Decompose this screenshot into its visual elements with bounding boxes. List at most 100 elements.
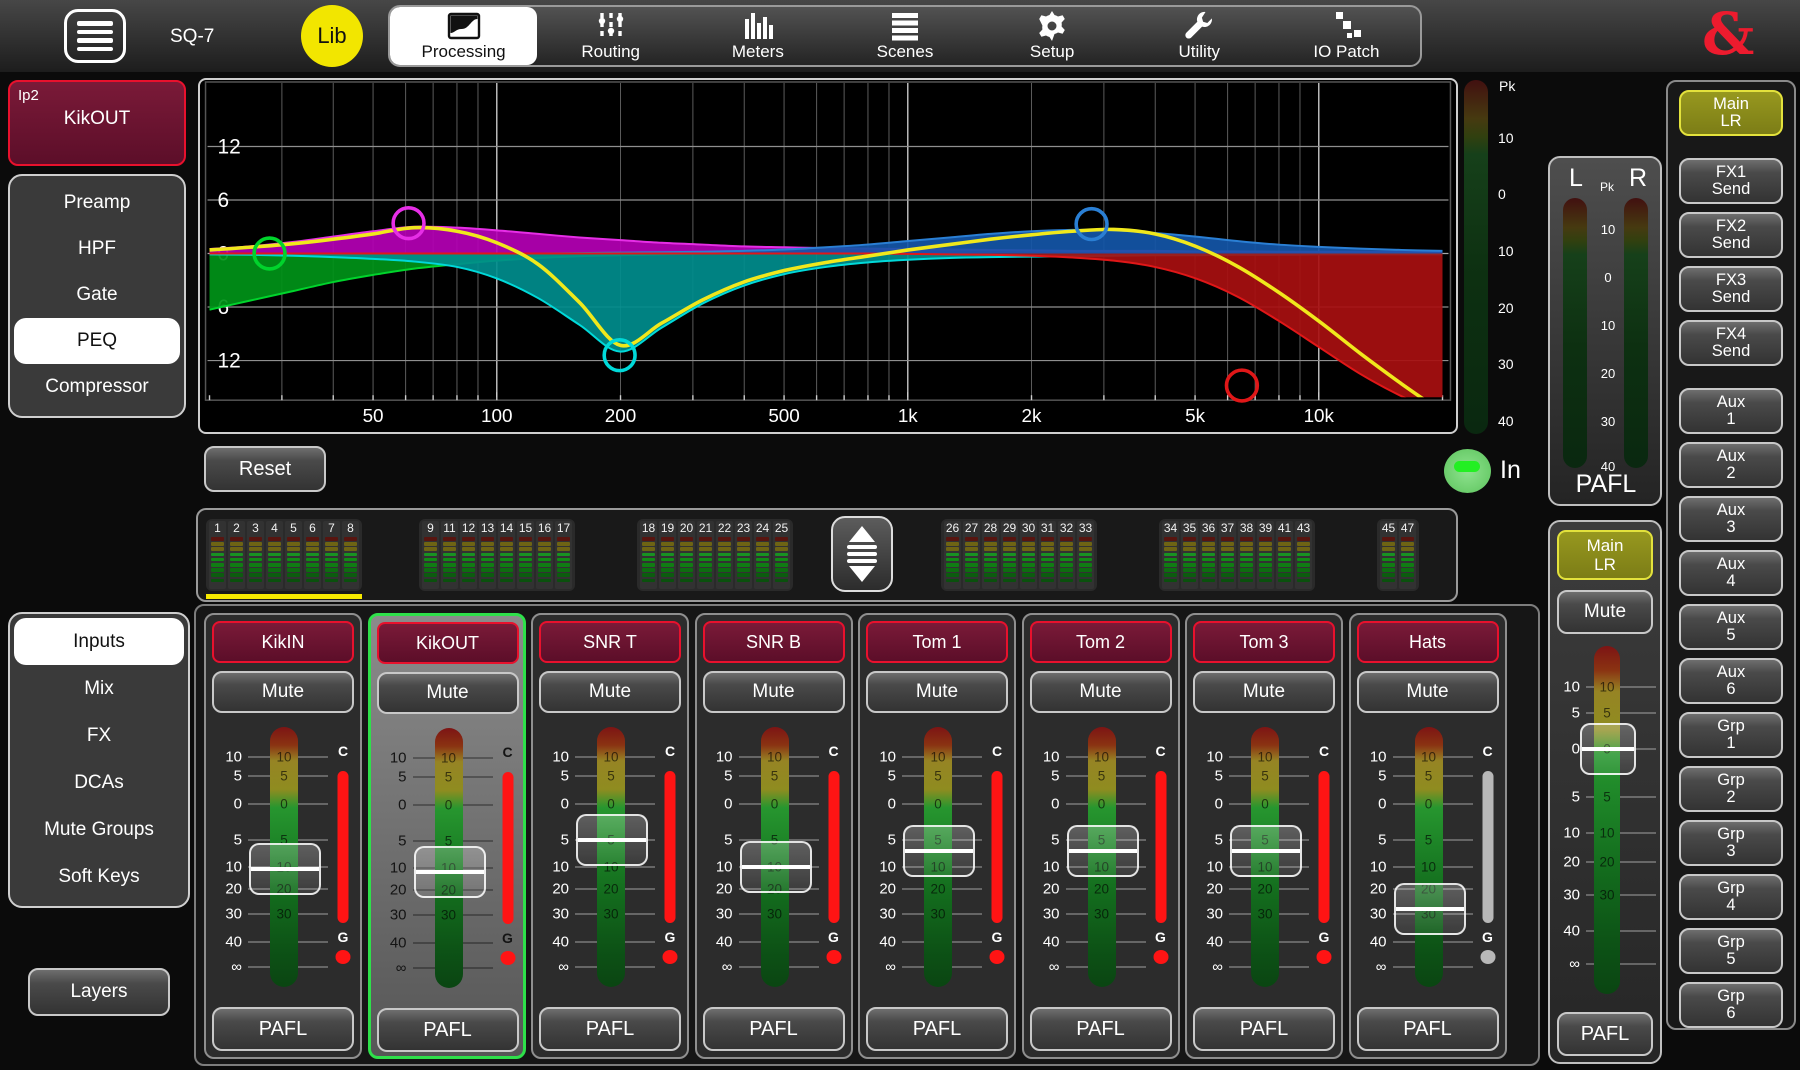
- meter-segment: [1278, 542, 1291, 546]
- mix-key-grp-2[interactable]: Grp 2: [1679, 766, 1783, 812]
- channel-name-button[interactable]: Tom 1: [866, 621, 1008, 663]
- processing-nav-item-hpf[interactable]: HPF: [14, 226, 180, 272]
- processing-nav-item-compressor[interactable]: Compressor: [14, 364, 180, 410]
- mute-button[interactable]: Mute: [377, 672, 519, 714]
- channel-name-button[interactable]: SNR B: [703, 621, 845, 663]
- main-lr-select-button[interactable]: Main LR: [1557, 530, 1653, 580]
- mix-key-fx2-send[interactable]: FX2 Send: [1679, 212, 1783, 258]
- fader-cap[interactable]: [1394, 883, 1466, 935]
- tab-scenes[interactable]: Scenes: [831, 7, 978, 65]
- fader-cap[interactable]: [1580, 723, 1636, 775]
- pafl-button[interactable]: PAFL: [1030, 1007, 1172, 1051]
- fader-cap[interactable]: [414, 846, 486, 898]
- fader-cap[interactable]: [903, 825, 975, 877]
- channel-name-button[interactable]: SNR T: [539, 621, 681, 663]
- tab-routing[interactable]: Routing: [537, 7, 684, 65]
- meter-segment: [249, 579, 262, 583]
- meter-segment: [775, 568, 788, 572]
- meter-channel-number: 36: [1202, 521, 1215, 536]
- tab-io-patch[interactable]: IO Patch: [1273, 7, 1420, 65]
- fader-scale-label: 5: [1024, 768, 1060, 785]
- mix-key-fx3-send[interactable]: FX3 Send: [1679, 266, 1783, 312]
- tab-setup[interactable]: Setup: [979, 7, 1126, 65]
- view-nav-item-mix[interactable]: Mix: [14, 665, 184, 712]
- channel-name-button[interactable]: Tom 3: [1193, 621, 1335, 663]
- fader-cap[interactable]: [249, 843, 321, 895]
- menu-icon[interactable]: [64, 9, 126, 63]
- mute-button[interactable]: Mute: [1193, 671, 1335, 713]
- processing-nav-item-preamp[interactable]: Preamp: [14, 180, 180, 226]
- meter-segment: [1259, 547, 1272, 551]
- mute-button[interactable]: Mute: [1357, 671, 1499, 713]
- view-nav-item-mute-groups[interactable]: Mute Groups: [14, 806, 184, 853]
- mix-key-aux-5[interactable]: Aux 5: [1679, 604, 1783, 650]
- pafl-button[interactable]: PAFL: [866, 1007, 1008, 1051]
- channel-name-button[interactable]: Hats: [1357, 621, 1499, 663]
- mix-key-aux-2[interactable]: Aux 2: [1679, 442, 1783, 488]
- lr-meter-scale-label: 0: [1599, 270, 1617, 285]
- view-nav-item-dcas[interactable]: DCAs: [14, 759, 184, 806]
- mix-key-main-lr[interactable]: Main LR: [1679, 90, 1783, 136]
- view-nav-item-inputs[interactable]: Inputs: [14, 618, 184, 665]
- fader-cap[interactable]: [1230, 825, 1302, 877]
- peq-graph[interactable]: 501002005001k2k5k10k1260612: [198, 78, 1458, 434]
- mute-button[interactable]: Mute: [212, 671, 354, 713]
- mute-button[interactable]: Mute: [703, 671, 845, 713]
- fader-cap[interactable]: [576, 814, 648, 866]
- mini-meter: [424, 537, 437, 582]
- view-nav-item-soft-keys[interactable]: Soft Keys: [14, 853, 184, 900]
- pafl-button[interactable]: PAFL: [1193, 1007, 1335, 1051]
- fader-zone: 1050510203040∞10505102030CG: [697, 721, 851, 997]
- channel-name-button[interactable]: KikOUT: [377, 622, 519, 664]
- meter-segment: [1202, 542, 1215, 546]
- mix-key-grp-5[interactable]: Grp 5: [1679, 928, 1783, 974]
- peq-in-toggle[interactable]: [1444, 449, 1491, 493]
- reset-button[interactable]: Reset: [204, 446, 326, 492]
- mix-key-grp-1[interactable]: Grp 1: [1679, 712, 1783, 758]
- mix-key-aux-1[interactable]: Aux 1: [1679, 388, 1783, 434]
- mute-button[interactable]: Mute: [539, 671, 681, 713]
- meter-channel-number: 23: [737, 521, 750, 536]
- library-button[interactable]: Lib: [301, 5, 363, 67]
- meter-channel-45: 45: [1380, 521, 1397, 589]
- tab-utility[interactable]: Utility: [1126, 7, 1273, 65]
- pafl-button[interactable]: PAFL: [703, 1007, 845, 1051]
- gate-indicator-led: [1317, 950, 1332, 964]
- pafl-button[interactable]: PAFL: [1357, 1007, 1499, 1051]
- pafl-button[interactable]: PAFL: [212, 1007, 354, 1051]
- processing-nav-item-gate[interactable]: Gate: [14, 272, 180, 318]
- mute-button[interactable]: Mute: [866, 671, 1008, 713]
- selected-channel-box[interactable]: Ip2 KikOUT: [8, 80, 186, 166]
- channel-name-button[interactable]: KikIN: [212, 621, 354, 663]
- channel-slot-label: Ip2: [18, 87, 39, 104]
- meter-segment: [462, 563, 475, 567]
- fader-scale-label: 10: [1024, 859, 1060, 876]
- view-nav-item-fx[interactable]: FX: [14, 712, 184, 759]
- mix-key-grp-6[interactable]: Grp 6: [1679, 982, 1783, 1028]
- pafl-button[interactable]: PAFL: [377, 1008, 519, 1052]
- fader-cap[interactable]: [1067, 825, 1139, 877]
- tab-processing[interactable]: Processing: [390, 7, 537, 65]
- tab-meters[interactable]: Meters: [684, 7, 831, 65]
- fader-cap[interactable]: [740, 841, 812, 893]
- main-lr-mute-button[interactable]: Mute: [1557, 590, 1653, 634]
- mix-key-aux-3[interactable]: Aux 3: [1679, 496, 1783, 542]
- mix-key-aux-6[interactable]: Aux 6: [1679, 658, 1783, 704]
- mix-key-grp-4[interactable]: Grp 4: [1679, 874, 1783, 920]
- meter-segment: [1297, 547, 1310, 551]
- gate-indicator-led: [826, 950, 841, 964]
- mix-key-grp-3[interactable]: Grp 3: [1679, 820, 1783, 866]
- mute-button[interactable]: Mute: [1030, 671, 1172, 713]
- mix-key-fx1-send[interactable]: FX1 Send: [1679, 158, 1783, 204]
- channel-name-button[interactable]: Tom 2: [1030, 621, 1172, 663]
- mix-key-aux-4[interactable]: Aux 4: [1679, 550, 1783, 596]
- meter-bridge-scroll[interactable]: [831, 516, 893, 592]
- meter-channel-number: 20: [680, 521, 693, 536]
- pafl-button[interactable]: PAFL: [539, 1007, 681, 1051]
- processing-nav-item-peq[interactable]: PEQ: [14, 318, 180, 364]
- meter-segment: [344, 537, 357, 541]
- meter-segment: [1278, 553, 1291, 557]
- main-lr-pafl-button[interactable]: PAFL: [1557, 1012, 1653, 1056]
- mix-key-fx4-send[interactable]: FX4 Send: [1679, 320, 1783, 366]
- layers-button[interactable]: Layers: [28, 968, 170, 1016]
